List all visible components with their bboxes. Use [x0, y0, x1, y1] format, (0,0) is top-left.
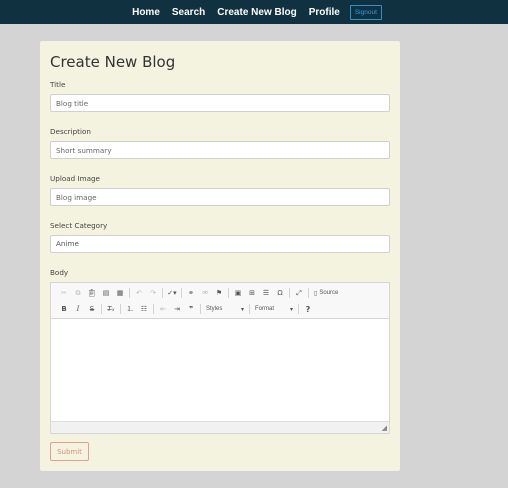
- styles-dropdown[interactable]: Styles ▾: [203, 306, 247, 313]
- source-icon: ▯: [314, 290, 318, 297]
- strike-icon[interactable]: S: [85, 302, 99, 316]
- submit-button[interactable]: Submit: [50, 442, 89, 461]
- image-icon[interactable]: ▣: [231, 286, 245, 300]
- top-navbar: Home Search Create New Blog Profile Sign…: [0, 0, 508, 24]
- anchor-icon[interactable]: ⚑: [212, 286, 226, 300]
- category-select[interactable]: Anime: [50, 235, 390, 253]
- special-char-icon[interactable]: Ω: [273, 286, 287, 300]
- paste-icon[interactable]: 📋︎: [85, 286, 99, 300]
- title-input[interactable]: [50, 94, 390, 112]
- toolbar-divider: [162, 288, 163, 298]
- unlink-icon[interactable]: ⚮: [198, 286, 212, 300]
- editor-content-area[interactable]: [51, 319, 389, 421]
- page-title: Create New Blog: [50, 53, 176, 71]
- toolbar-divider: [298, 304, 299, 314]
- numbered-list-icon[interactable]: ⒈: [123, 302, 137, 316]
- horizontal-line-icon[interactable]: ☰: [259, 286, 273, 300]
- toolbar-divider: [200, 304, 201, 314]
- category-label: Select Category: [50, 221, 108, 230]
- format-dropdown[interactable]: Format ▾: [252, 306, 296, 313]
- description-label: Description: [50, 127, 91, 136]
- create-blog-form: Create New Blog Title Description Upload…: [40, 41, 400, 471]
- description-input[interactable]: [50, 141, 390, 159]
- body-editor: ✂ ⧉ 📋︎ ▤ ▦ ↶ ↷ ✓▾ ⚭ ⚮ ⚑ ▣ ⊞ ☰ Ω ⤢ ▯ Sour…: [50, 282, 390, 434]
- remove-format-icon[interactable]: T̶ₓ: [104, 302, 118, 316]
- redo-icon[interactable]: ↷: [146, 286, 160, 300]
- body-label: Body: [50, 268, 69, 277]
- toolbar-divider: [101, 304, 102, 314]
- cut-icon[interactable]: ✂: [57, 286, 71, 300]
- image-input[interactable]: [50, 188, 390, 206]
- signout-button[interactable]: Signout: [349, 4, 382, 20]
- upload-image-label: Upload Image: [50, 174, 100, 183]
- toolbar-divider: [129, 288, 130, 298]
- chevron-down-icon: ▾: [289, 306, 293, 313]
- editor-footer: ◢: [51, 421, 389, 433]
- link-icon[interactable]: ⚭: [184, 286, 198, 300]
- paste-text-icon[interactable]: ▤: [99, 286, 113, 300]
- toolbar-divider: [289, 288, 290, 298]
- outdent-icon[interactable]: ⇤: [156, 302, 170, 316]
- paste-word-icon[interactable]: ▦: [113, 286, 127, 300]
- toolbar-divider: [249, 304, 250, 314]
- nav-home-link[interactable]: Home: [132, 7, 160, 18]
- indent-icon[interactable]: ⇥: [170, 302, 184, 316]
- copy-icon[interactable]: ⧉: [71, 286, 85, 300]
- nav-search-link[interactable]: Search: [172, 7, 205, 18]
- nav-profile-link[interactable]: Profile: [309, 7, 340, 18]
- spellcheck-icon[interactable]: ✓▾: [165, 286, 179, 300]
- source-button[interactable]: ▯ Source: [311, 290, 341, 297]
- undo-icon[interactable]: ↶: [132, 286, 146, 300]
- category-selected-value: Anime: [56, 239, 79, 248]
- editor-toolbar: ✂ ⧉ 📋︎ ▤ ▦ ↶ ↷ ✓▾ ⚭ ⚮ ⚑ ▣ ⊞ ☰ Ω ⤢ ▯ Sour…: [51, 283, 389, 319]
- blockquote-icon[interactable]: ❞: [184, 302, 198, 316]
- help-icon[interactable]: ?: [301, 302, 315, 316]
- bulleted-list-icon[interactable]: ☷: [137, 302, 151, 316]
- styles-label: Styles: [206, 306, 223, 312]
- bold-icon[interactable]: B: [57, 302, 71, 316]
- toolbar-divider: [153, 304, 154, 314]
- chevron-down-icon: ▾: [240, 306, 244, 313]
- title-label: Title: [50, 80, 66, 89]
- resize-handle-icon[interactable]: ◢: [382, 424, 387, 432]
- toolbar-divider: [228, 288, 229, 298]
- toolbar-row-2: B I S T̶ₓ ⒈ ☷ ⇤ ⇥ ❞ Styles ▾ Format ▾ ?: [57, 302, 315, 316]
- maximize-icon[interactable]: ⤢: [292, 286, 306, 300]
- toolbar-divider: [120, 304, 121, 314]
- toolbar-divider: [181, 288, 182, 298]
- toolbar-divider: [308, 288, 309, 298]
- format-label: Format: [255, 306, 275, 312]
- italic-icon[interactable]: I: [71, 302, 85, 316]
- source-label: Source: [319, 290, 339, 296]
- toolbar-row-1: ✂ ⧉ 📋︎ ▤ ▦ ↶ ↷ ✓▾ ⚭ ⚮ ⚑ ▣ ⊞ ☰ Ω ⤢ ▯ Sour…: [57, 286, 341, 300]
- table-icon[interactable]: ⊞: [245, 286, 259, 300]
- nav-create-blog-link[interactable]: Create New Blog: [217, 7, 296, 18]
